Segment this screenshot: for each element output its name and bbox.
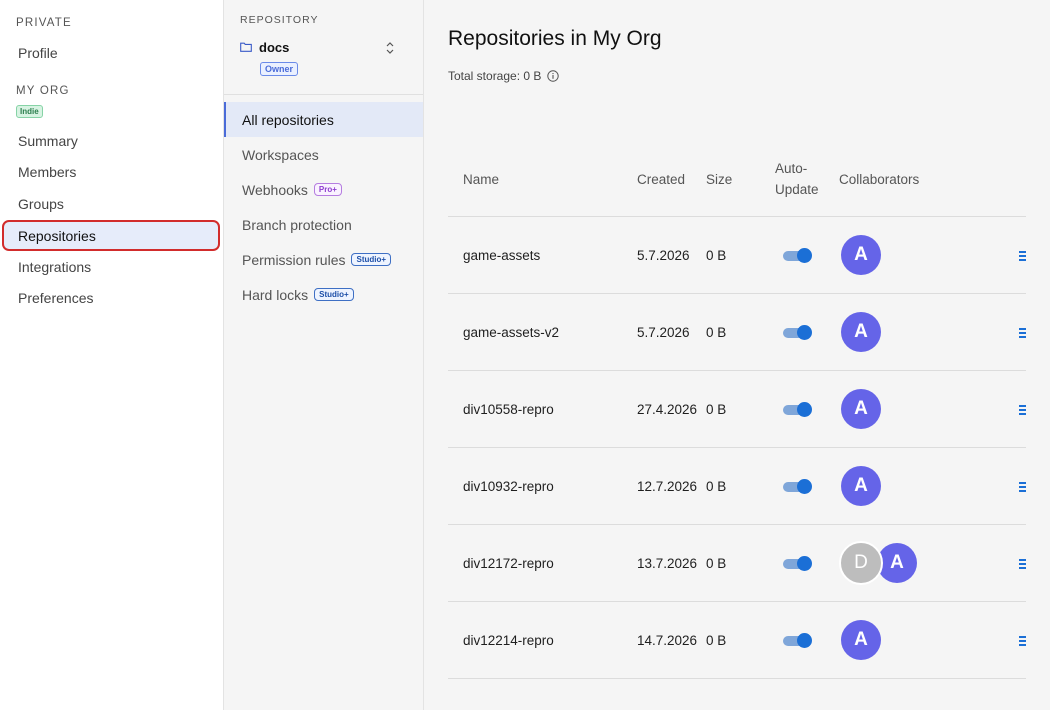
repo-size: 0 B — [706, 479, 727, 494]
org-sidebar: PRIVATE Profile MY ORG Indie Summary Mem… — [0, 0, 224, 710]
plan-badge: Indie — [16, 105, 43, 118]
repo-name[interactable]: div10558-repro — [463, 402, 554, 417]
sidebar-item-members[interactable]: Members — [2, 157, 220, 186]
row-menu-icon[interactable] — [1019, 250, 1027, 262]
tab-webhooks[interactable]: Webhooks Pro+ — [224, 172, 423, 207]
auto-update-toggle[interactable] — [783, 556, 813, 571]
row-menu-icon[interactable] — [1019, 327, 1027, 339]
sidebar-item-integrations[interactable]: Integrations — [2, 252, 220, 281]
row-menu-icon[interactable] — [1019, 558, 1027, 570]
repo-created: 13.7.2026 — [637, 556, 698, 571]
avatar[interactable]: A — [841, 620, 881, 660]
tab-label: Webhooks — [242, 181, 308, 198]
avatar[interactable]: A — [841, 312, 881, 352]
column-header-size[interactable]: Size — [706, 172, 732, 187]
row-menu-icon[interactable] — [1019, 635, 1027, 647]
auto-update-toggle[interactable] — [783, 402, 813, 417]
repo-name[interactable]: game-assets-v2 — [463, 325, 559, 340]
auto-update-toggle[interactable] — [783, 325, 813, 340]
repo-size: 0 B — [706, 325, 727, 340]
header-divider — [448, 216, 1026, 217]
column-header-auto-update-line1[interactable]: Auto- — [775, 161, 807, 176]
avatar[interactable]: A — [841, 235, 881, 275]
tab-label: Hard locks — [242, 286, 309, 303]
avatar[interactable]: A — [841, 466, 881, 506]
repo-name[interactable]: div12172-repro — [463, 556, 554, 571]
avatar[interactable]: A — [841, 389, 881, 429]
repo-size: 0 B — [706, 556, 727, 571]
tab-branch-protection[interactable]: Branch protection — [224, 207, 423, 242]
auto-update-toggle[interactable] — [783, 248, 813, 263]
row-divider — [448, 293, 1026, 294]
row-divider — [448, 370, 1026, 371]
repo-name[interactable]: div10932-repro — [463, 479, 554, 494]
column-header-created[interactable]: Created — [637, 172, 685, 187]
org-section-label: MY ORG — [16, 85, 70, 97]
repo-name[interactable]: div12214-repro — [463, 633, 554, 648]
storage-text: Total storage: 0 B — [448, 69, 542, 83]
folder-icon — [240, 42, 252, 52]
repo-created: 5.7.2026 — [637, 325, 690, 340]
tab-label: Branch protection — [242, 216, 352, 233]
sidebar-item-groups[interactable]: Groups — [2, 189, 220, 218]
repository-section-label: REPOSITORY — [240, 14, 319, 26]
auto-update-toggle[interactable] — [783, 633, 813, 648]
row-menu-icon[interactable] — [1019, 404, 1027, 416]
tab-permission-rules[interactable]: Permission rules Studio+ — [224, 242, 423, 277]
repo-size: 0 B — [706, 633, 727, 648]
main-content: Repositories in My Org Total storage: 0 … — [425, 0, 1050, 710]
tab-label: All repositories — [242, 111, 334, 128]
column-header-auto-update-line2[interactable]: Update — [775, 182, 819, 197]
chevron-updown-icon[interactable] — [384, 40, 396, 56]
tab-label: Permission rules — [242, 251, 346, 268]
tab-workspaces[interactable]: Workspaces — [224, 137, 423, 172]
column-header-collaborators[interactable]: Collaborators — [839, 172, 919, 187]
page-title: Repositories in My Org — [448, 27, 662, 50]
row-divider — [448, 524, 1026, 525]
role-badge: Owner — [260, 62, 299, 76]
private-section-label: PRIVATE — [16, 17, 72, 29]
repo-created: 27.4.2026 — [637, 402, 698, 417]
tab-label: Workspaces — [242, 146, 319, 163]
divider — [224, 94, 423, 95]
repo-created: 14.7.2026 — [637, 633, 698, 648]
repo-size: 0 B — [706, 248, 727, 263]
plan-badge-studio: Studio+ — [351, 253, 392, 266]
storage-summary: Total storage: 0 B — [448, 69, 560, 83]
repo-size: 0 B — [706, 402, 727, 417]
sidebar-item-profile[interactable]: Profile — [2, 38, 220, 67]
row-divider — [448, 601, 1026, 602]
repo-name[interactable]: game-assets — [463, 248, 540, 263]
repo-created: 12.7.2026 — [637, 479, 698, 494]
auto-update-toggle[interactable] — [783, 479, 813, 494]
sidebar-item-preferences[interactable]: Preferences — [2, 283, 220, 312]
avatar[interactable]: A — [877, 543, 917, 583]
row-divider — [448, 678, 1026, 679]
sidebar-item-repositories[interactable]: Repositories — [2, 220, 220, 251]
repo-created: 5.7.2026 — [637, 248, 690, 263]
plan-badge-studio: Studio+ — [314, 288, 354, 301]
row-menu-icon[interactable] — [1019, 481, 1027, 493]
tab-hard-locks[interactable]: Hard locks Studio+ — [224, 277, 423, 312]
info-icon[interactable] — [547, 70, 560, 82]
row-divider — [448, 447, 1026, 448]
avatar[interactable]: D — [839, 541, 883, 585]
plan-badge-pro: Pro+ — [313, 183, 342, 196]
repository-panel: REPOSITORY docs Owner All repositories W… — [224, 0, 424, 710]
repository-selector[interactable]: docs — [259, 40, 289, 55]
tab-all-repositories[interactable]: All repositories — [224, 102, 423, 137]
sidebar-item-summary[interactable]: Summary — [2, 126, 220, 155]
column-header-name[interactable]: Name — [463, 172, 499, 187]
